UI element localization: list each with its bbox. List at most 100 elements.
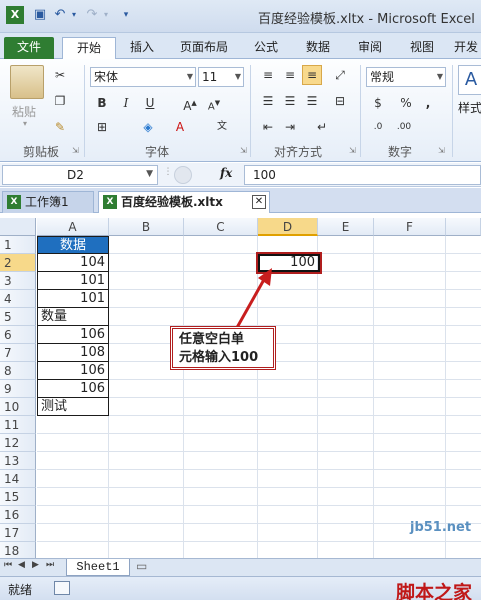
sheet-tab-sheet1[interactable]: Sheet1 [66, 559, 130, 576]
increase-decimal-icon[interactable]: .0 [368, 117, 388, 137]
row-header-12[interactable]: 12 [0, 434, 36, 452]
tab-view[interactable]: 视图 [402, 37, 442, 59]
shrink-font-icon[interactable]: A▼ [204, 93, 224, 113]
styles-label[interactable]: 样式 [458, 99, 481, 116]
grow-font-icon[interactable]: A▲ [180, 93, 200, 113]
row-header-9[interactable]: 9 [0, 380, 36, 398]
column-header-F[interactable]: F [374, 218, 446, 236]
clipboard-launcher-icon[interactable]: ⇲ [72, 146, 79, 155]
phonetic-guide-icon[interactable]: 文 [212, 117, 232, 137]
row-header-1[interactable]: 1 [0, 236, 36, 254]
paste-clipboard-icon[interactable] [10, 65, 44, 99]
align-middle-icon[interactable]: ≡ [280, 65, 300, 85]
paste-dropdown-icon[interactable]: ▾ [23, 119, 27, 128]
font-size-combo[interactable]: 11 ▼ [198, 67, 244, 87]
first-sheet-icon[interactable]: ⏮ [4, 560, 12, 570]
tab-data[interactable]: 数据 [298, 37, 338, 59]
macro-record-icon[interactable] [54, 581, 70, 595]
excel-app-icon[interactable]: X [6, 6, 24, 24]
row-header-6[interactable]: 6 [0, 326, 36, 344]
tab-page-layout[interactable]: 页面布局 [172, 37, 236, 59]
cell-A10[interactable]: 测试 [37, 398, 109, 416]
tab-insert[interactable]: 插入 [122, 37, 162, 59]
column-header-E[interactable]: E [318, 218, 374, 236]
column-header-B[interactable]: B [109, 218, 184, 236]
redo-dropdown-icon[interactable]: ▾ [98, 7, 114, 23]
row-header-16[interactable]: 16 [0, 506, 36, 524]
decrease-indent-icon[interactable]: ⇤ [258, 117, 278, 137]
font-launcher-icon[interactable]: ⇲ [240, 146, 247, 155]
close-icon[interactable]: ✕ [252, 195, 266, 209]
paste-label[interactable]: 粘贴 [12, 103, 36, 120]
row-header-15[interactable]: 15 [0, 488, 36, 506]
borders-icon[interactable]: ⊞ [92, 117, 112, 137]
tab-review[interactable]: 审阅 [350, 37, 390, 59]
insert-function-icon[interactable]: fx [220, 166, 232, 180]
tab-formulas[interactable]: 公式 [246, 37, 286, 59]
row-header-3[interactable]: 3 [0, 272, 36, 290]
percent-icon[interactable]: % [396, 93, 416, 113]
column-header-C[interactable]: C [184, 218, 258, 236]
orientation-icon[interactable]: ⤢ [330, 65, 350, 85]
accounting-format-icon[interactable]: $ [368, 93, 388, 113]
formula-input[interactable]: 100 [244, 165, 481, 185]
format-painter-icon[interactable]: ✎ [50, 117, 70, 137]
cut-icon[interactable]: ✂ [50, 65, 70, 85]
row-header-5[interactable]: 5 [0, 308, 36, 326]
row-header-11[interactable]: 11 [0, 416, 36, 434]
cell-A8[interactable]: 106 [37, 362, 109, 380]
row-header-10[interactable]: 10 [0, 398, 36, 416]
customize-toolbar-icon[interactable]: ▾ [118, 7, 134, 23]
cell-A6[interactable]: 106 [37, 326, 109, 344]
underline-button[interactable]: U [140, 93, 160, 113]
tab-home[interactable]: 开始 [62, 37, 116, 59]
column-header-D[interactable]: D [258, 218, 318, 236]
increase-indent-icon[interactable]: ⇥ [280, 117, 300, 137]
align-left-icon[interactable]: ☰ [258, 91, 278, 111]
number-launcher-icon[interactable]: ⇲ [438, 146, 445, 155]
bold-button[interactable]: B [92, 93, 112, 113]
align-right-icon[interactable]: ☰ [302, 91, 322, 111]
font-color-icon[interactable]: A [170, 117, 190, 137]
last-sheet-icon[interactable]: ⏭ [46, 560, 54, 570]
cell-A1[interactable]: 数据 [37, 236, 109, 254]
alignment-launcher-icon[interactable]: ⇲ [349, 146, 356, 155]
fill-color-icon[interactable]: ◈ [138, 117, 158, 137]
spreadsheet-grid[interactable]: ABCDEF 1 2 3 4 5 6 7 8 9 10 11 12 13 14 15 16 17 18 数据 10… [0, 218, 481, 560]
row-header-14[interactable]: 14 [0, 470, 36, 488]
row-header-8[interactable]: 8 [0, 362, 36, 380]
cell-A7[interactable]: 108 [37, 344, 109, 362]
font-name-combo[interactable]: 宋体 ▼ [90, 67, 196, 87]
align-top-icon[interactable]: ≡ [258, 65, 278, 85]
row-header-13[interactable]: 13 [0, 452, 36, 470]
row-header-4[interactable]: 4 [0, 290, 36, 308]
select-all-corner[interactable] [0, 218, 36, 236]
copy-icon[interactable]: ❐ [50, 91, 70, 111]
workbook-tab-template[interactable]: X 百度经验模板.xltx ✕ [98, 191, 270, 213]
cell-A3[interactable]: 101 [37, 272, 109, 290]
insert-sheet-icon[interactable]: ▭ [136, 559, 147, 573]
undo-dropdown-icon[interactable]: ▾ [66, 7, 82, 23]
save-icon[interactable]: ▣ [32, 7, 48, 23]
name-box[interactable]: D2 ▼ [2, 165, 158, 185]
column-header-overflow[interactable] [446, 218, 481, 236]
row-header-7[interactable]: 7 [0, 344, 36, 362]
cell-A5[interactable]: 数量 [37, 308, 109, 326]
row-header-2[interactable]: 2 [0, 254, 36, 272]
column-header-A[interactable]: A [37, 218, 109, 236]
align-center-icon[interactable]: ☰ [280, 91, 300, 111]
cell-A2[interactable]: 104 [37, 254, 109, 272]
comma-style-icon[interactable]: , [418, 93, 438, 113]
cell-A4[interactable]: 101 [37, 290, 109, 308]
decrease-decimal-icon[interactable]: .00 [394, 117, 414, 137]
tab-developer[interactable]: 开发 [454, 37, 481, 59]
align-bottom-icon[interactable]: ≡ [302, 65, 322, 85]
merge-center-icon[interactable]: ⊟ [330, 91, 350, 111]
number-format-combo[interactable]: 常规 ▼ [366, 67, 446, 87]
cell-A9[interactable]: 106 [37, 380, 109, 398]
wrap-text-icon[interactable]: ↵ [312, 117, 332, 137]
prev-sheet-icon[interactable]: ◀ [18, 560, 25, 570]
row-header-17[interactable]: 17 [0, 524, 36, 542]
next-sheet-icon[interactable]: ▶ [32, 560, 39, 570]
styles-icon[interactable]: A [458, 65, 481, 95]
